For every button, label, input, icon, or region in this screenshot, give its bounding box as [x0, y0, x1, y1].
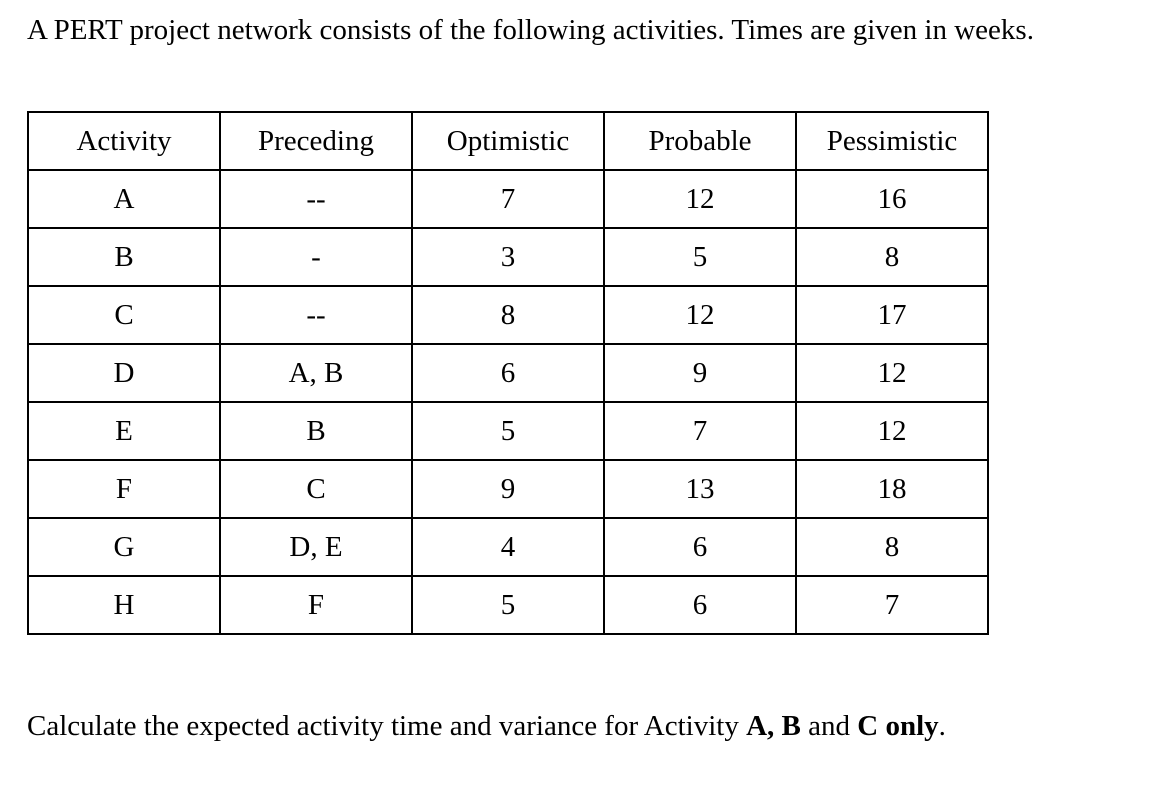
column-header: Preceding: [219, 111, 413, 171]
table-cell: 12: [795, 401, 989, 461]
table-cell: 9: [603, 343, 797, 403]
table-row: G D, E468: [27, 517, 989, 577]
table-row: C -- 8 12 17: [27, 285, 989, 345]
table-cell: 9: [411, 459, 605, 519]
table-row: F C 9 13 18: [27, 459, 989, 519]
question-mid: and: [800, 710, 858, 742]
table-cell: C: [27, 285, 221, 345]
table-row: HF567: [27, 575, 989, 635]
table-cell: 12: [603, 285, 797, 345]
question-prefix: Calculate the expected activity time and…: [27, 710, 747, 742]
question-bold-only: C only: [857, 710, 939, 742]
question-bold-activities: A, B: [746, 710, 801, 742]
table-cell: 4: [411, 517, 605, 577]
question-suffix: .: [938, 710, 946, 742]
table-row: A -- 7 12 16: [27, 169, 989, 229]
table-cell: C: [219, 459, 413, 519]
table-cell: D, E: [219, 517, 413, 577]
column-header: Activity: [27, 111, 221, 171]
table-cell: 3: [411, 227, 605, 287]
table-cell: B: [219, 401, 413, 461]
table-cell: H: [27, 575, 221, 635]
table-cell: 7: [411, 169, 605, 229]
intro-text: A PERT project network consists of the f…: [27, 14, 1034, 46]
table-cell: F: [27, 459, 221, 519]
table-cell: 6: [603, 517, 797, 577]
table-cell: 18: [795, 459, 989, 519]
table-header-row: Activity Preceding Optimistic Probable Pessi…: [27, 111, 989, 171]
table-cell: F: [219, 575, 413, 635]
table-cell: 7: [603, 401, 797, 461]
table-cell: 5: [603, 227, 797, 287]
table-cell: 12: [795, 343, 989, 403]
table-cell: 17: [795, 285, 989, 345]
table-cell: A: [27, 169, 221, 229]
table-row: D A, B 6 9 12: [27, 343, 989, 403]
table-row: E B 5 7 12: [27, 401, 989, 461]
column-header: Pessimistic: [795, 111, 989, 171]
table-cell: 8: [795, 517, 989, 577]
table-cell: 5: [411, 401, 605, 461]
table-cell: B: [27, 227, 221, 287]
table-cell: G: [27, 517, 221, 577]
table-cell: 16: [795, 169, 989, 229]
table-cell: A, B: [219, 343, 413, 403]
table-cell: -: [219, 227, 413, 287]
table-cell: 5: [411, 575, 605, 635]
table-cell: --: [219, 169, 413, 229]
table-cell: --: [219, 285, 413, 345]
column-header: Optimistic: [411, 111, 605, 171]
table-cell: 8: [411, 285, 605, 345]
table-cell: E: [27, 401, 221, 461]
table-cell: 6: [411, 343, 605, 403]
question-text: Calculate the expected activity time and…: [27, 710, 946, 743]
table-cell: 13: [603, 459, 797, 519]
table-cell: 8: [795, 227, 989, 287]
table-cell: 12: [603, 169, 797, 229]
activity-table: Activity Preceding Optimistic Probable Pessi…: [27, 111, 989, 635]
table-row: B-358: [27, 227, 989, 287]
table-cell: 7: [795, 575, 989, 635]
column-header: Probable: [603, 111, 797, 171]
table-cell: D: [27, 343, 221, 403]
table-cell: 6: [603, 575, 797, 635]
